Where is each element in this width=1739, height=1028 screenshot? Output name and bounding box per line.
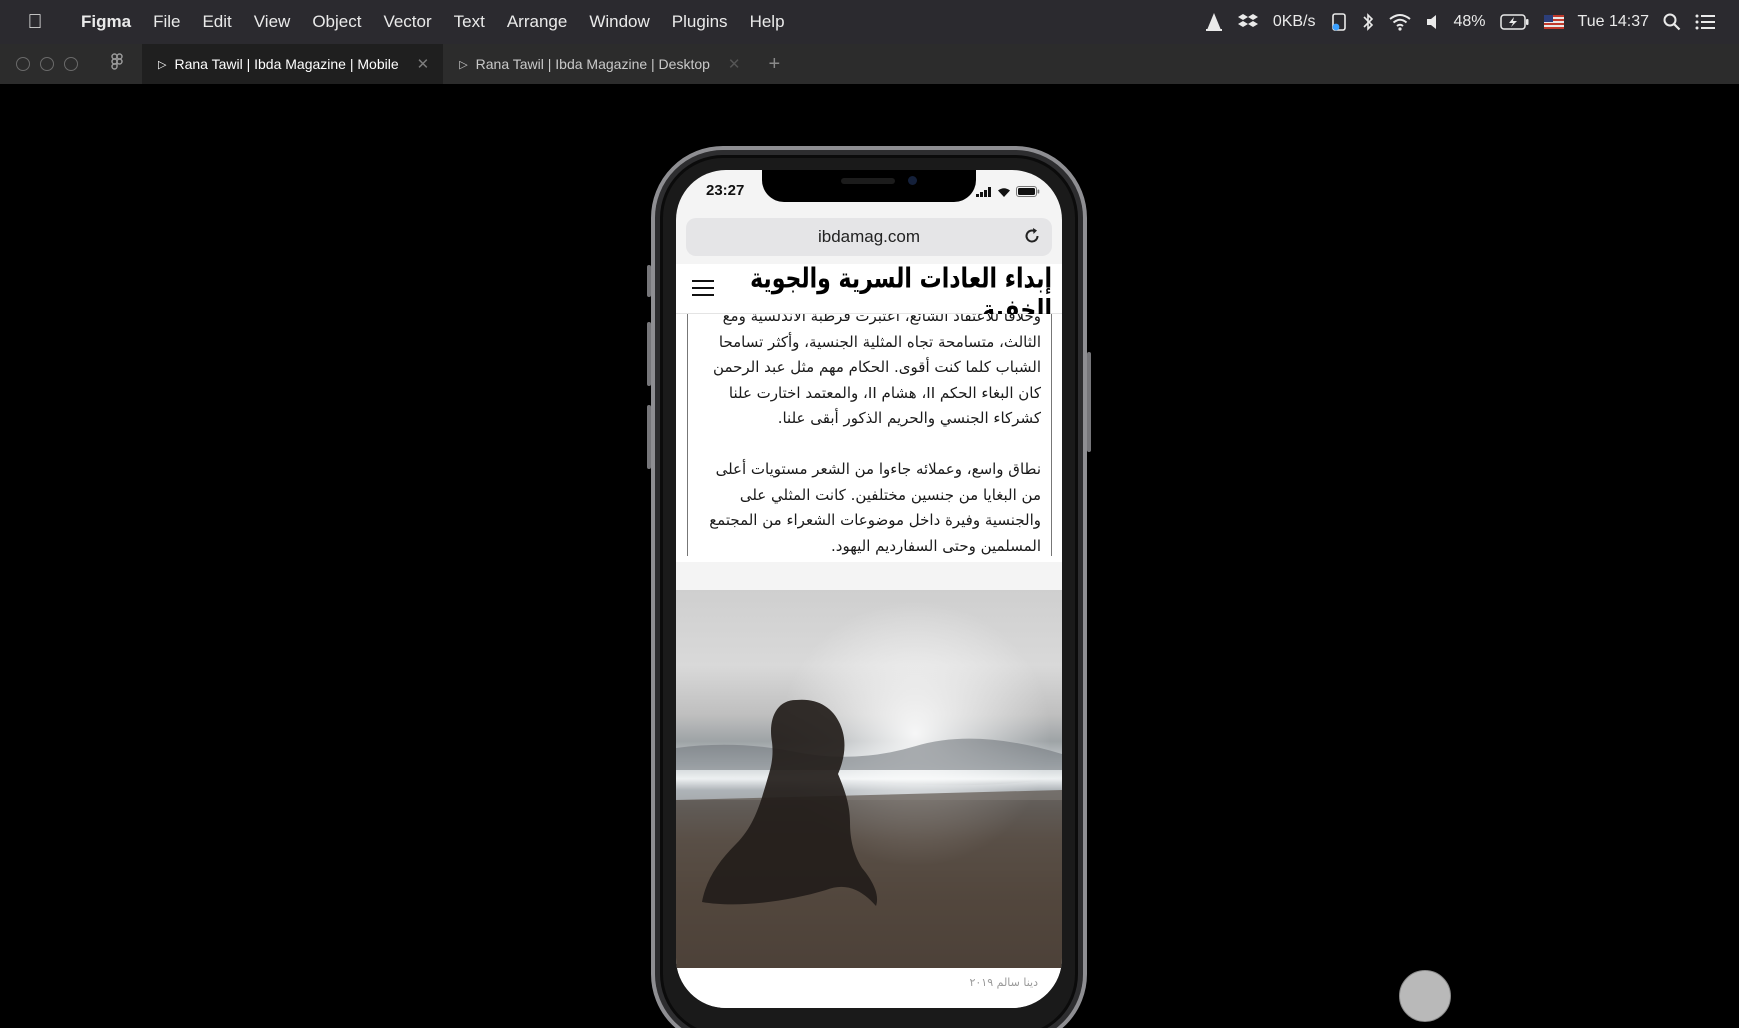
bluetooth-icon[interactable] [1362,12,1374,32]
play-icon: ▷ [158,58,167,71]
phone-power-button [1087,352,1091,452]
menu-vector[interactable]: Vector [372,12,442,32]
front-camera [908,176,917,185]
article-paragraph: وخلافا للاعتقاد الشائع، اعتبرت قرطبة الأ… [713,314,1041,428]
window-minimize-button[interactable] [40,57,54,71]
beach-silhouette-image [676,590,1062,968]
status-menus: 0KB/s 48% Tue 14:37 [1205,12,1739,32]
macos-menu-bar:  Figma File Edit View Object Vector Tex… [0,0,1739,44]
article-body: وخلافا للاعتقاد الشائع، اعتبرت قرطبة الأ… [676,314,1062,562]
apple-menu-icon[interactable]:  [0,11,70,34]
menu-object[interactable]: Object [301,12,372,32]
phone-status-icons [976,184,1040,202]
menu-edit[interactable]: Edit [191,12,242,32]
menu-help[interactable]: Help [739,12,796,32]
article-column: وخلافا للاعتقاد الشائع، اعتبرت قرطبة الأ… [687,314,1052,556]
new-tab-button[interactable]: + [769,53,781,76]
touch-cursor-indicator [1399,970,1451,1022]
photo-caption: دينا سالم ٢٠١٩ [969,976,1038,989]
menu-file[interactable]: File [142,12,191,32]
cellular-signal-icon [976,184,992,202]
phone-notch [762,170,976,202]
app-status-icon[interactable] [1330,12,1348,32]
site-header: إبداء العادات السرية والجوية الخفية [676,264,1062,326]
article-photo [676,590,1062,968]
phone-mute-switch [647,265,651,297]
window-close-button[interactable] [16,57,30,71]
close-tab-icon[interactable]: ✕ [417,55,430,73]
battery-percent[interactable]: 48% [1454,13,1486,31]
article-paragraph: نطاق واسع، وعملائه جاءوا من الشعر مستويا… [709,459,1041,555]
tab-desktop-prototype[interactable]: ▷ Rana Tawil | Ibda Magazine | Desktop ✕ [443,44,754,84]
menu-figma[interactable]: Figma [70,12,142,32]
figma-logo-icon[interactable] [106,53,128,75]
tab-mobile-prototype[interactable]: ▷ Rana Tawil | Ibda Magazine | Mobile ✕ [142,44,444,84]
menu-window[interactable]: Window [578,12,660,32]
menu-view[interactable]: View [243,12,302,32]
photo-caption-bar: دينا سالم ٢٠١٩ [676,968,1062,1008]
close-tab-icon[interactable]: ✕ [728,55,741,73]
safari-address-bar[interactable]: ibdamag.com [686,218,1052,256]
window-zoom-button[interactable] [64,57,78,71]
wifi-icon[interactable] [1388,13,1412,31]
clock[interactable]: Tue 14:37 [1578,13,1649,31]
spotlight-search-icon[interactable] [1663,13,1681,31]
phone-status-time: 23:27 [706,182,745,199]
phone-wifi-icon [997,184,1011,202]
network-speed[interactable]: 0KB/s [1273,13,1316,31]
play-icon: ▷ [459,58,468,71]
notification-center-icon[interactable] [1695,14,1715,30]
phone-volume-down-button [647,405,651,469]
phone-battery-icon [1016,184,1040,202]
volume-icon[interactable] [1426,14,1440,30]
phone-screen: 23:27 ibdamag.com إبداء العادات السرية و… [676,170,1062,1008]
battery-charging-icon[interactable] [1499,14,1530,30]
figma-tab-bar: ▷ Rana Tawil | Ibda Magazine | Mobile ✕ … [0,44,1739,84]
dropbox-icon[interactable] [1237,13,1259,31]
tab-label: Rana Tawil | Ibda Magazine | Mobile [174,56,399,72]
menu-plugins[interactable]: Plugins [661,12,739,32]
menu-text[interactable]: Text [443,12,496,32]
vlc-icon[interactable] [1205,12,1223,32]
phone-volume-up-button [647,322,651,386]
earpiece-speaker [841,178,895,184]
tab-label: Rana Tawil | Ibda Magazine | Desktop [475,56,710,72]
menu-arrange[interactable]: Arrange [496,12,578,32]
url-text: ibdamag.com [817,227,921,246]
us-flag-icon[interactable] [1543,15,1564,29]
reload-icon[interactable] [1022,226,1042,251]
